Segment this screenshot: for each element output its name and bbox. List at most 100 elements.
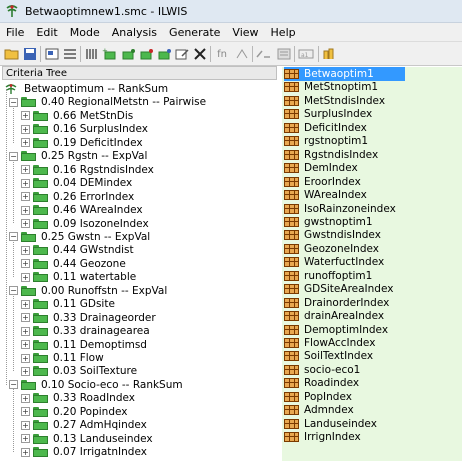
expand-icon[interactable]: + — [21, 447, 30, 457]
expand-icon[interactable]: + — [21, 124, 30, 134]
expand-icon[interactable]: + — [21, 205, 30, 215]
expand-icon[interactable]: + — [21, 259, 30, 269]
map-list-item[interactable]: DemIndex — [284, 161, 358, 175]
expand-icon[interactable]: + — [21, 245, 30, 255]
map-list-item[interactable]: socio-eco1 — [284, 363, 360, 377]
expand-icon[interactable]: + — [21, 313, 30, 323]
map-icon[interactable] — [276, 46, 292, 62]
map-list-item[interactable]: drainAreaIndex — [284, 309, 384, 323]
map-list-item[interactable]: runoffoptim1 — [284, 269, 372, 283]
map-list-item[interactable]: Betwaoptim1 — [284, 67, 405, 81]
expand-icon[interactable]: + — [21, 420, 30, 430]
save-icon[interactable] — [22, 46, 38, 62]
collapse-icon[interactable]: − — [9, 286, 18, 296]
expand-icon[interactable]: + — [21, 366, 30, 376]
tree-factor-row[interactable]: +0.07 IrrigatnIndex — [21, 445, 147, 459]
add-constraint-icon[interactable] — [138, 46, 154, 62]
map-list-item[interactable]: WaterfuctIndex — [284, 255, 384, 269]
list-icon[interactable] — [62, 46, 78, 62]
map-list-item[interactable]: IrrignIndex — [284, 430, 361, 444]
tree-factor-row[interactable]: +0.66 MetStnDis — [21, 109, 133, 123]
map-list-item[interactable]: MetStndisIndex — [284, 94, 385, 108]
delete-icon[interactable] — [192, 46, 208, 62]
map-list-item[interactable]: GDSiteAreaIndex — [284, 282, 393, 296]
weigh-icon[interactable] — [256, 46, 272, 62]
map-list-item[interactable]: DrainorderIndex — [284, 296, 389, 310]
tree-factor-row[interactable]: +0.26 ErrorIndex — [21, 190, 134, 204]
tree-factor-row[interactable]: +0.11 watertable — [21, 270, 136, 284]
expand-icon[interactable]: + — [21, 353, 30, 363]
map-list-item[interactable]: Landuseindex — [284, 417, 377, 431]
map-list-item[interactable]: SoilTextIndex — [284, 349, 373, 363]
add-group-icon[interactable]: + — [102, 46, 118, 62]
map-list-item[interactable]: GwstndisIndex — [284, 228, 381, 242]
menu-help[interactable]: Help — [265, 26, 302, 39]
columns-icon[interactable] — [84, 46, 100, 62]
map-list-item[interactable]: rgstnoptim1 — [284, 134, 368, 148]
expand-icon[interactable]: + — [21, 178, 30, 188]
tree-root[interactable]: Betwaoptimum -- RankSum — [2, 82, 168, 96]
tree-factor-row[interactable]: +0.03 SoilTexture — [21, 364, 137, 378]
open-icon[interactable] — [4, 46, 20, 62]
tree-factor-row[interactable]: +0.13 Landuseindex — [21, 432, 153, 446]
expand-icon[interactable]: + — [21, 340, 30, 350]
collapse-icon[interactable]: − — [9, 151, 18, 161]
show-icon[interactable] — [322, 46, 338, 62]
standardize-icon[interactable] — [234, 46, 250, 62]
tree-group-row[interactable]: − 0.40 RegionalMetstn -- Pairwise — [9, 95, 206, 109]
expand-icon[interactable]: + — [21, 219, 30, 228]
map-list-item[interactable]: DeficitIndex — [284, 121, 367, 135]
tree-factor-row[interactable]: +0.11 Flow — [21, 351, 104, 365]
function-icon[interactable]: fn — [214, 46, 230, 62]
map-list-item[interactable]: Admndex — [284, 403, 354, 417]
map-list-item[interactable]: MetStnoptim1 — [284, 80, 378, 94]
map-list-item[interactable]: WAreaIndex — [284, 188, 367, 202]
values-icon[interactable]: a1 — [298, 46, 314, 62]
tree-factor-row[interactable]: +0.20 Popindex — [21, 405, 128, 419]
tree-factor-row[interactable]: +0.11 GDsite — [21, 297, 115, 311]
tree-factor-row[interactable]: +0.44 Geozone — [21, 257, 126, 271]
tree-factor-row[interactable]: +0.46 WAreaIndex — [21, 203, 143, 217]
collapse-icon[interactable]: − — [9, 232, 18, 242]
expand-icon[interactable]: + — [21, 434, 30, 444]
menu-file[interactable]: File — [0, 26, 30, 39]
tree-factor-row[interactable]: +0.44 GWstndist — [21, 243, 134, 257]
add-factor-icon[interactable] — [120, 46, 136, 62]
tree-factor-row[interactable]: +0.09 IsozoneIndex — [21, 217, 149, 231]
tree-factor-row[interactable]: +0.04 DEMindex — [21, 176, 132, 190]
collapse-icon[interactable]: − — [9, 97, 18, 107]
tree-factor-row[interactable]: +0.33 Drainageorder — [21, 311, 156, 325]
expand-icon[interactable]: + — [21, 138, 30, 148]
map-list-item[interactable]: GeozoneIndex — [284, 242, 379, 256]
expand-icon[interactable]: + — [21, 299, 30, 309]
tree-group-row[interactable]: − 0.00 Runoffstn -- ExpVal — [9, 284, 167, 298]
menu-edit[interactable]: Edit — [30, 26, 63, 39]
map-list-item[interactable]: DemoptimIndex — [284, 323, 388, 337]
expand-icon[interactable]: + — [21, 393, 30, 403]
edit-icon[interactable] — [174, 46, 190, 62]
output-maps-list[interactable]: Betwaoptim1 MetStnoptim1 MetStndisIndex Sur… — [282, 67, 462, 461]
tree-factor-row[interactable]: +0.16 SurplusIndex — [21, 122, 148, 136]
map-list-item[interactable]: gwstnoptim1 — [284, 215, 373, 229]
criteria-tree[interactable]: Betwaoptimum -- RankSum −0.40 RegionalMet… — [2, 81, 277, 461]
menu-view[interactable]: View — [226, 26, 264, 39]
map-list-item[interactable]: SurplusIndex — [284, 107, 372, 121]
collapse-icon[interactable]: − — [9, 380, 18, 390]
tree-factor-row[interactable]: +0.33 drainagearea — [21, 324, 150, 338]
expand-icon[interactable]: + — [21, 407, 30, 417]
map-list-item[interactable]: RgstndisIndex — [284, 148, 378, 162]
tree-factor-row[interactable]: +0.11 Demoptimsd — [21, 338, 147, 352]
properties-icon[interactable] — [44, 46, 60, 62]
expand-icon[interactable]: + — [21, 165, 30, 175]
expand-icon[interactable]: + — [21, 272, 30, 282]
map-list-item[interactable]: EroorIndex — [284, 175, 361, 189]
menu-generate[interactable]: Generate — [163, 26, 226, 39]
tree-factor-row[interactable]: +0.27 AdmHqindex — [21, 418, 147, 432]
tree-group-row[interactable]: − 0.25 Rgstn -- ExpVal — [9, 149, 147, 163]
expand-icon[interactable]: + — [21, 111, 30, 121]
expand-icon[interactable]: + — [21, 192, 30, 202]
tree-factor-row[interactable]: +0.16 RgstndisIndex — [21, 163, 154, 177]
map-list-item[interactable]: PopIndex — [284, 390, 352, 404]
tree-group-row[interactable]: − 0.25 Gwstn -- ExpVal — [9, 230, 150, 244]
menu-mode[interactable]: Mode — [64, 26, 106, 39]
